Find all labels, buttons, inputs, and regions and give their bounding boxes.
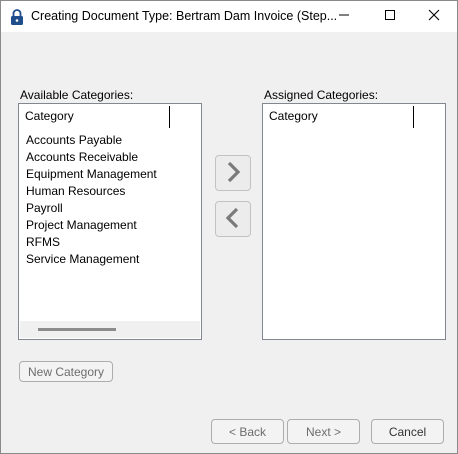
available-category-column-header[interactable]: Category <box>25 109 74 123</box>
column-separator[interactable] <box>169 106 170 128</box>
list-item[interactable]: Service Management <box>26 251 157 268</box>
back-button[interactable]: < Back <box>211 419 284 444</box>
available-categories-label: Available Categories: <box>20 88 134 102</box>
assigned-categories-list[interactable]: Category <box>262 103 446 340</box>
horizontal-scrollbar[interactable] <box>20 321 200 338</box>
list-item[interactable]: Human Resources <box>26 183 157 200</box>
close-icon <box>428 9 440 24</box>
scrollbar-thumb[interactable] <box>38 328 116 331</box>
unassign-category-button[interactable] <box>215 201 251 237</box>
title-bar[interactable]: Creating Document Type: Bertram Dam Invo… <box>1 1 457 32</box>
list-item[interactable]: RFMS <box>26 234 157 251</box>
minimize-icon <box>338 9 350 24</box>
available-items: Accounts Payable Accounts Receivable Equ… <box>26 132 157 268</box>
chevron-left-icon <box>223 205 243 234</box>
close-button[interactable] <box>411 1 457 32</box>
assigned-category-column-header[interactable]: Category <box>269 109 318 123</box>
list-item[interactable]: Project Management <box>26 217 157 234</box>
list-item[interactable]: Payroll <box>26 200 157 217</box>
cancel-button[interactable]: Cancel <box>371 419 444 444</box>
chevron-right-icon <box>223 159 243 188</box>
column-separator[interactable] <box>413 106 414 128</box>
minimize-button[interactable] <box>321 1 367 32</box>
wizard-window: Creating Document Type: Bertram Dam Invo… <box>0 0 458 454</box>
window-title: Creating Document Type: Bertram Dam Invo… <box>31 9 338 23</box>
list-item[interactable]: Equipment Management <box>26 166 157 183</box>
list-item[interactable]: Accounts Receivable <box>26 149 157 166</box>
available-categories-list[interactable]: Category Accounts Payable Accounts Recei… <box>18 103 202 340</box>
next-button[interactable]: Next > <box>287 419 360 444</box>
new-category-button[interactable]: New Category <box>19 361 113 382</box>
maximize-button[interactable] <box>367 1 413 32</box>
assigned-categories-label: Assigned Categories: <box>264 88 379 102</box>
maximize-icon <box>384 9 396 24</box>
lock-icon <box>10 8 24 26</box>
assign-category-button[interactable] <box>215 155 251 191</box>
list-item[interactable]: Accounts Payable <box>26 132 157 149</box>
